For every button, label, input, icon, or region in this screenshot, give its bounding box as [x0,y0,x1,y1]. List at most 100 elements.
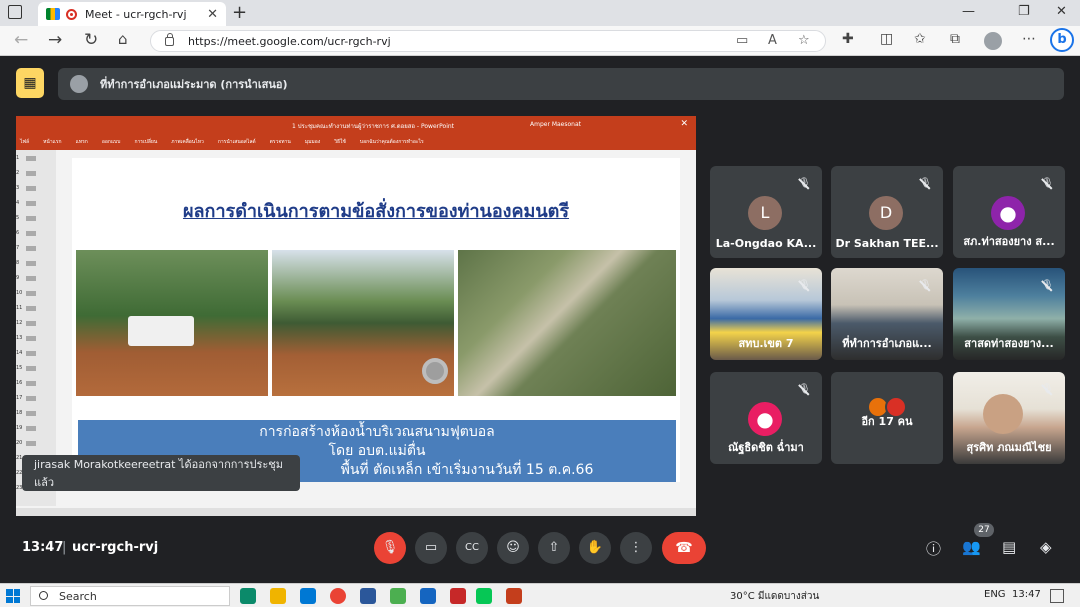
chrome-app-icon[interactable] [330,588,346,604]
mic-toggle-button[interactable]: 🎙 [374,532,406,564]
slide-thumbnail [26,291,36,296]
new-tab-button[interactable]: + [232,2,247,23]
ppt-status-bar [16,508,696,516]
banner-line-1: การก่อสร้างห้องน้ำบริเวณสนามฟุตบอล [259,424,495,440]
participant-tile[interactable]: 🎙 ● สภ.ท่าสองยาง ส... [953,166,1065,258]
raise-hand-button[interactable]: ✋ [579,532,611,564]
powerpoint-app-icon[interactable] [506,588,522,604]
slide-number: 9 [16,275,20,281]
avatar: L [748,196,782,230]
others-tile[interactable]: อีก 17 คน [831,372,943,464]
more-menu-icon[interactable]: ⋯ [1022,31,1036,47]
language-indicator[interactable]: ENG [984,589,1006,600]
ppt-user: Amper Maesonat [530,121,581,128]
restore-icon[interactable]: ❐ [1018,4,1030,19]
participant-tile[interactable]: 🎙 D Dr Sakhan TEE... [831,166,943,258]
slide-thumbnail [26,156,36,161]
slide-number: 3 [16,185,20,191]
camera-permission-icon[interactable]: ▭ [736,33,748,48]
explorer-app-icon[interactable] [270,588,286,604]
meeting-clock: 13:47 [22,540,64,555]
people-icon[interactable]: 👥 [962,538,981,556]
read-aloud-icon[interactable]: A [768,33,777,48]
chat-icon[interactable]: ▤ [1002,538,1016,556]
slide-number: 10 [16,290,23,296]
pipe-shape [422,358,448,384]
system-clock[interactable]: 13:47 [1012,589,1041,600]
powerpoint-ribbon: ไฟล์ หน้าแรก แทรก ออกแบบ การเปลี่ยน ภาพเคลื่อ… [16,134,696,150]
ppt-close-icon: ✕ [680,119,688,129]
notifications-icon[interactable] [1050,589,1064,603]
ribbon-tab: ออกแบบ [101,139,121,145]
home-icon[interactable]: ⌂ [118,30,128,48]
participant-video-tile[interactable]: 🎙 สุรศิท ภณมณีไชย [953,372,1065,464]
meeting-info-icon[interactable]: ⓘ [926,538,941,559]
close-window-icon[interactable]: ✕ [1056,4,1067,19]
camera-toggle-button[interactable]: ▭ [415,532,447,564]
app-icon[interactable] [390,588,406,604]
address-bar[interactable]: https://meet.google.com/ucr-rgch-rvj [150,30,826,52]
presenter-avatar [70,75,88,93]
activities-icon[interactable]: ◈ [1040,538,1052,556]
favorite-star-icon[interactable]: ☆ [798,33,810,48]
participant-name: ที่ทำการอำเภอแ... [842,337,932,350]
participant-video-tile[interactable]: 🎙 สาสดท่าสองยาง... [953,268,1065,360]
ribbon-tab: มุมมอง [304,139,321,145]
extensions-icon[interactable]: ✚ [842,31,854,47]
leave-call-button[interactable]: ☎ [662,532,706,564]
bing-copilot-icon[interactable]: b [1050,28,1074,52]
participant-tile[interactable]: 🎙 ● ณัฐธิดชิต ฉ่ำมา [710,372,822,464]
construction-photo-2 [272,250,454,396]
line-app-icon[interactable] [476,588,492,604]
slide-number: 5 [16,215,20,221]
truck-shape [128,316,194,346]
reactions-button[interactable]: ☺ [497,532,529,564]
app-icon[interactable] [420,588,436,604]
address-row: ← → ↻ ⌂ https://meet.google.com/ucr-rgch… [0,26,1080,56]
forward-icon[interactable]: → [48,30,62,50]
collections-icon[interactable]: ⧉ [950,31,960,47]
ribbon-tab: ตรวจทาน [269,139,291,145]
participant-name: สทบ.เขต 7 [738,337,794,350]
mic-off-icon: 🎙 [798,384,811,395]
participant-count-badge: 27 [974,523,994,537]
edge-app-icon[interactable] [240,588,256,604]
tab-close-icon[interactable]: ✕ [207,7,218,22]
weather-status[interactable]: 30°C มีแดดบางส่วน [730,589,819,604]
back-icon[interactable]: ← [14,30,28,50]
mail-app-icon[interactable] [300,588,316,604]
participant-tile[interactable]: 🎙 L La-Ongdao KA... [710,166,822,258]
captions-button[interactable]: CC [456,532,488,564]
minimize-icon[interactable]: — [962,4,975,19]
participant-video-tile[interactable]: 🎙 ที่ทำการอำเภอแ... [831,268,943,360]
reload-icon[interactable]: ↻ [84,30,98,50]
participant-name: La-Ongdao KA... [715,237,817,250]
mic-off-icon: 🎙 [1041,280,1054,291]
acrobat-app-icon[interactable] [450,588,466,604]
window-menu-icon[interactable] [8,5,22,19]
favorites-icon[interactable]: ✩ [914,31,926,47]
slide-thumbnail [26,171,36,176]
ribbon-tab: แทรก [75,139,88,145]
present-button[interactable]: ⇧ [538,532,570,564]
profile-avatar[interactable] [984,32,1002,50]
slide-thumbnail [26,336,36,341]
slide-thumbnail [26,366,36,371]
slide-number: 8 [16,260,20,266]
slide-thumbnail [26,381,36,386]
split-screen-icon[interactable]: ◫ [880,31,893,47]
more-options-button[interactable]: ⋮ [620,532,652,564]
slide-number: 19 [16,425,23,431]
presentation-indicator-icon[interactable]: ▦ [16,68,44,98]
zoom-app-icon[interactable] [360,588,376,604]
mic-off-icon: 🎙 [798,178,811,189]
ribbon-tab: วิธีใช้ [334,139,346,145]
browser-tab-meet[interactable]: Meet - ucr-rgch-rvj ✕ [38,2,226,26]
taskbar-search[interactable]: Search [30,586,230,606]
slide-thumbnail [26,396,36,401]
windows-start-icon[interactable] [6,589,20,603]
participant-video-tile[interactable]: 🎙 สทบ.เขต 7 [710,268,822,360]
tab-title: Meet - ucr-rgch-rvj [85,7,187,21]
slide-thumbnail [26,411,36,416]
slide-number: 1 [16,155,20,161]
